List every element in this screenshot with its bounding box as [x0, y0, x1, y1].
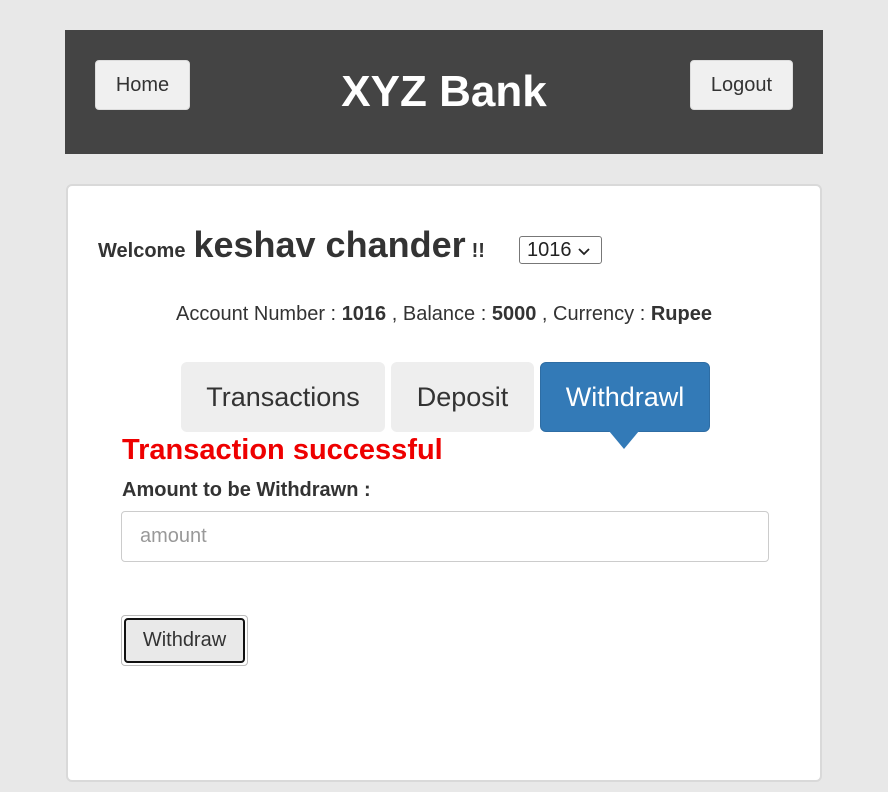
account-summary: Account Number : 1016 , Balance : 5000 ,… — [68, 303, 820, 326]
withdraw-button[interactable]: Withdraw — [121, 615, 248, 666]
welcome-suffix: !! — [471, 240, 485, 262]
welcome-label: Welcome — [98, 240, 186, 262]
amount-label: Amount to be Withdrawn : — [122, 479, 371, 501]
account-select[interactable]: 1016 — [519, 236, 602, 264]
balance-value: 5000 — [491, 303, 537, 325]
tab-transactions[interactable]: Transactions — [181, 362, 385, 432]
tab-withdrawl[interactable]: Withdrawl — [540, 362, 710, 432]
logout-button[interactable]: Logout — [690, 60, 793, 110]
account-select-value: 1016 — [527, 238, 572, 261]
amount-input[interactable] — [121, 511, 769, 562]
account-panel: Welcome keshav chander !! 1016 Account N… — [66, 184, 822, 782]
currency-value: Rupee — [650, 303, 712, 325]
active-tab-pointer — [609, 431, 639, 449]
account-number: 1016 — [341, 303, 387, 325]
withdraw-button-label: Withdraw — [124, 618, 245, 663]
chevron-down-icon — [577, 239, 590, 262]
account-number-label: Account Number : — [176, 303, 337, 325]
app-header: Home XYZ Bank Logout — [65, 30, 823, 154]
currency-label: , Currency : — [541, 303, 646, 325]
status-message: Transaction successful — [122, 434, 443, 466]
welcome-line: Welcome keshav chander !! — [98, 224, 485, 266]
tab-deposit[interactable]: Deposit — [391, 362, 534, 432]
user-name: keshav chander — [193, 224, 466, 265]
balance-label: , Balance : — [391, 303, 487, 325]
